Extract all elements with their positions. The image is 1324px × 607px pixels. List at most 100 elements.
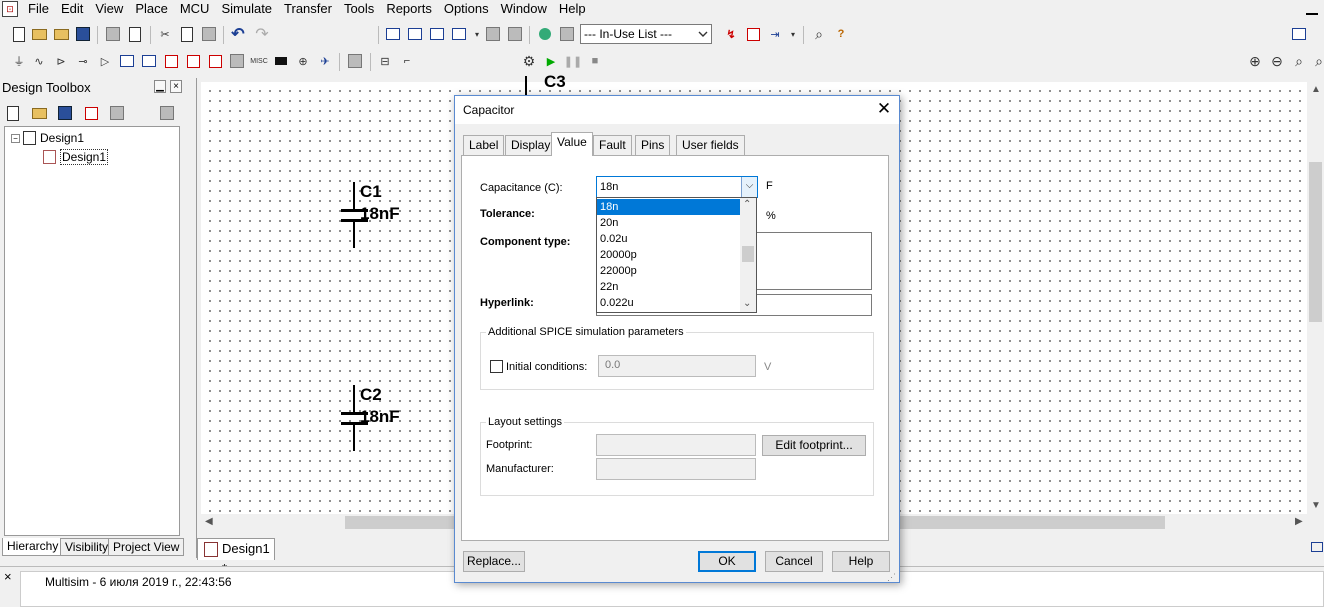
copy-icon[interactable]	[178, 25, 196, 43]
grapher-icon[interactable]	[450, 25, 468, 43]
electrical-rules-check-icon[interactable]: ↯	[722, 25, 740, 43]
vertical-scrollbar[interactable]: ▲ ▼	[1307, 82, 1324, 514]
pause-icon[interactable]: ❚❚	[564, 52, 582, 70]
place-analog-icon[interactable]: ▷	[96, 52, 114, 70]
toggle-fullscreen-icon[interactable]	[384, 25, 402, 43]
tab-value[interactable]: Value	[551, 132, 593, 156]
component-wizard-icon[interactable]	[536, 25, 554, 43]
place-diode-icon[interactable]: ⊳	[52, 52, 70, 70]
in-use-list-dropdown[interactable]: --- In-Use List ---	[580, 24, 712, 44]
scroll-right-icon[interactable]: ▶	[1295, 516, 1303, 527]
dropdown-option[interactable]: 20n	[597, 215, 740, 231]
menu-transfer[interactable]: Transfer	[278, 1, 338, 17]
capacitor-c2[interactable]: C2 18nF	[341, 385, 441, 455]
initial-conditions-checkbox[interactable]	[490, 360, 503, 373]
resize-grip-icon[interactable]: ⋰	[887, 572, 896, 583]
menu-reports[interactable]: Reports	[380, 1, 438, 17]
postprocessor-icon[interactable]	[558, 25, 576, 43]
panel-dock-button[interactable]: ▁	[154, 80, 166, 93]
dropdown-scrollbar[interactable]: ⌃ ⌄	[740, 198, 756, 312]
dropdown-option[interactable]: 0.022u	[597, 295, 740, 311]
new-file-icon[interactable]	[10, 25, 28, 43]
capacitor-c1[interactable]: C1 18nF	[341, 182, 441, 252]
close-icon[interactable]: ✕	[875, 100, 893, 118]
initial-conditions-field[interactable]: 0.0	[598, 355, 756, 377]
menu-window[interactable]: Window	[495, 1, 553, 17]
scroll-down-icon[interactable]: ▼	[1311, 500, 1321, 511]
erc-markers-icon[interactable]	[744, 25, 762, 43]
panel-close-button[interactable]: ×	[170, 80, 182, 93]
menu-simulate[interactable]: Simulate	[215, 1, 278, 17]
delete-sheet-icon[interactable]	[108, 104, 126, 122]
dropdown-option[interactable]: 22n	[597, 279, 740, 295]
print-icon[interactable]	[104, 25, 122, 43]
new-file-icon[interactable]	[4, 104, 22, 122]
place-electromechanical-icon[interactable]: ✈	[316, 52, 334, 70]
scroll-thumb[interactable]	[742, 246, 754, 262]
spreadsheet-view-icon[interactable]	[428, 25, 446, 43]
capacitance-combobox[interactable]: 18n ⌵	[596, 176, 758, 198]
open-folder-icon[interactable]	[30, 25, 48, 43]
place-mixed-icon[interactable]	[206, 52, 224, 70]
place-advanced-peripherals-icon[interactable]	[272, 52, 290, 70]
place-rf-icon[interactable]: ⊕	[294, 52, 312, 70]
simulate-gear-icon[interactable]: ⚙	[520, 52, 538, 70]
place-source-icon[interactable]: ⏚	[10, 52, 28, 70]
place-transistor-icon[interactable]: ⊸	[74, 52, 92, 70]
stop-icon[interactable]: ■	[586, 52, 604, 70]
menu-mcu[interactable]: MCU	[174, 1, 216, 17]
panel-icon[interactable]	[1311, 542, 1323, 552]
dropdown-option[interactable]: 20000p	[597, 247, 740, 263]
edit-footprint-button[interactable]: Edit footprint...	[762, 435, 866, 456]
back-annotate-icon[interactable]: ⇥	[766, 25, 784, 43]
cancel-button[interactable]: Cancel	[765, 551, 823, 572]
place-bus-icon[interactable]: ⌐	[398, 52, 416, 70]
create-component-icon[interactable]	[506, 25, 524, 43]
dropdown-option[interactable]: 22000p	[597, 263, 740, 279]
open-folder-icon[interactable]	[30, 104, 48, 122]
place-hierarchical-icon[interactable]: ⊟	[376, 52, 394, 70]
help-icon[interactable]: ?	[832, 25, 850, 43]
dropdown-option[interactable]: 18n	[597, 199, 740, 215]
scroll-left-icon[interactable]: ◀	[205, 516, 213, 527]
capacitance-dropdown-list[interactable]: 18n 20n 0.02u 20000p 22000p 22n 0.022u ⌃…	[596, 197, 757, 313]
chevron-down-icon[interactable]: ⌵	[741, 177, 757, 197]
search-sheets-icon[interactable]	[158, 104, 176, 122]
ok-button[interactable]: OK	[698, 551, 756, 572]
tab-display[interactable]: Display	[505, 135, 557, 155]
zoom-out-icon[interactable]: ⊖	[1268, 52, 1286, 70]
menu-view[interactable]: View	[89, 1, 129, 17]
menu-file[interactable]: File	[22, 1, 55, 17]
place-mcu-icon[interactable]	[162, 52, 180, 70]
close-icon[interactable]: ×	[4, 569, 12, 584]
zoom-area-icon[interactable]: ⌕	[1290, 52, 1308, 70]
minimize-icon[interactable]	[1306, 3, 1318, 15]
redo-icon[interactable]: ↷	[253, 25, 271, 43]
place-misc-digital-icon[interactable]	[184, 52, 202, 70]
database-manager-icon[interactable]	[484, 25, 502, 43]
scroll-thumb[interactable]	[1309, 162, 1322, 322]
menu-options[interactable]: Options	[438, 1, 495, 17]
dropdown-option[interactable]: 0.02u	[597, 231, 740, 247]
design-toolbox-icon[interactable]	[406, 25, 424, 43]
app-icon[interactable]: ⊡	[2, 1, 18, 17]
tab-label[interactable]: Label	[463, 135, 505, 155]
place-indicator-icon[interactable]	[228, 52, 246, 70]
scroll-down-icon[interactable]: ⌄	[743, 298, 751, 309]
menu-help[interactable]: Help	[553, 1, 592, 17]
undo-icon[interactable]: ↶	[229, 25, 247, 43]
footprint-field[interactable]	[596, 434, 756, 456]
open-samples-icon[interactable]	[52, 25, 70, 43]
paste-icon[interactable]	[200, 25, 218, 43]
print-preview-icon[interactable]	[126, 25, 144, 43]
place-cmos-icon[interactable]	[140, 52, 158, 70]
tab-visibility[interactable]: Visibility	[60, 538, 114, 556]
scroll-up-icon[interactable]: ▲	[1311, 84, 1321, 95]
save-icon[interactable]	[74, 25, 92, 43]
dialog-titlebar[interactable]: Capacitor ✕	[455, 96, 899, 124]
collapse-icon[interactable]: −	[11, 133, 20, 143]
manufacturer-field[interactable]	[596, 458, 756, 480]
place-ttl-icon[interactable]	[118, 52, 136, 70]
dropdown-arrow-icon[interactable]: ▾	[784, 25, 802, 43]
tree-item-child[interactable]: Design1	[43, 149, 109, 165]
